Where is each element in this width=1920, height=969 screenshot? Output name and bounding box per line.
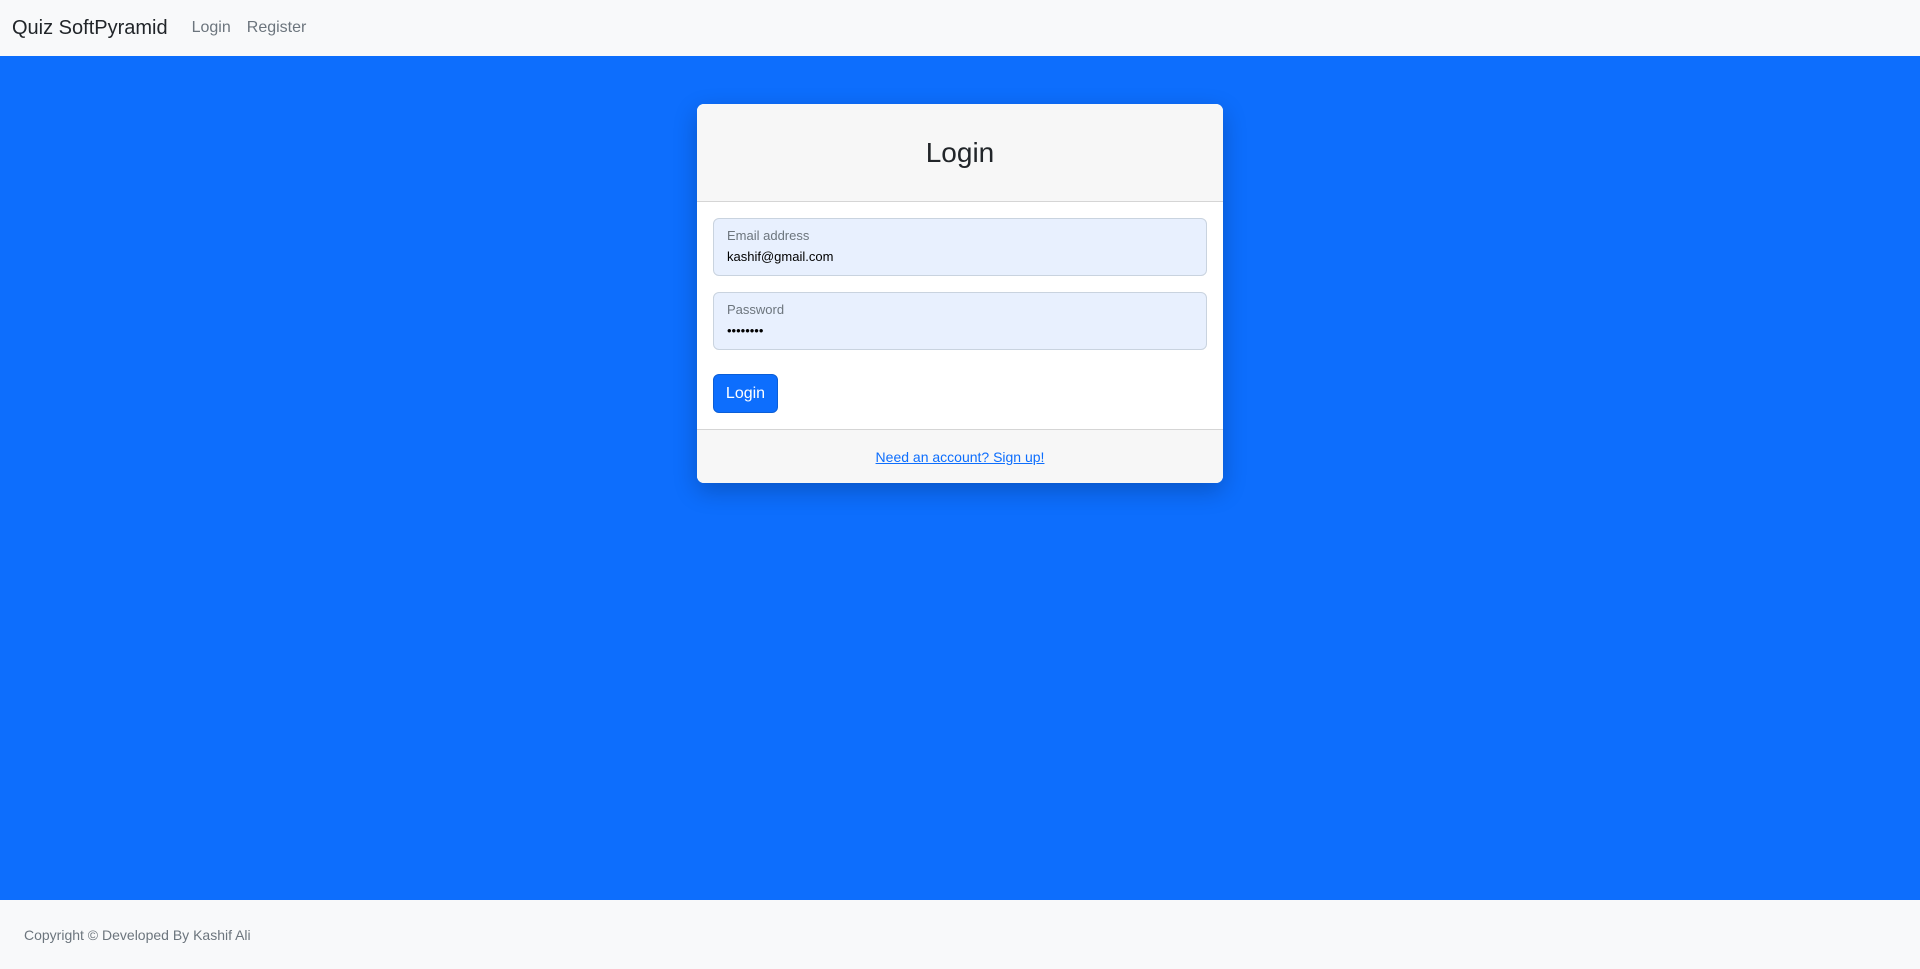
- email-label: Email address: [727, 228, 810, 243]
- password-field-container[interactable]: Password: [713, 292, 1207, 350]
- signup-link[interactable]: Need an account? Sign up!: [876, 449, 1045, 465]
- login-button[interactable]: Login: [713, 374, 778, 413]
- login-card-footer: Need an account? Sign up!: [697, 429, 1223, 483]
- login-card: Login Email address Password Login Need …: [697, 104, 1223, 483]
- password-label: Password: [727, 302, 785, 317]
- email-input[interactable]: [727, 247, 1193, 265]
- copyright-text: Copyright © Developed By Kashif Ali: [24, 926, 251, 943]
- password-input[interactable]: [727, 321, 1193, 339]
- email-field-container[interactable]: Email address: [713, 218, 1207, 276]
- login-form: Email address Password Login: [697, 202, 1223, 429]
- top-navbar: Quiz SoftPyramid Login Register: [0, 0, 1920, 56]
- nav-link-register[interactable]: Register: [247, 19, 307, 37]
- nav-link-login[interactable]: Login: [192, 19, 231, 37]
- navbar-brand[interactable]: Quiz SoftPyramid: [12, 17, 168, 40]
- login-card-header: Login: [697, 104, 1223, 202]
- login-title: Login: [925, 136, 995, 168]
- page-footer: Copyright © Developed By Kashif Ali: [0, 900, 1920, 969]
